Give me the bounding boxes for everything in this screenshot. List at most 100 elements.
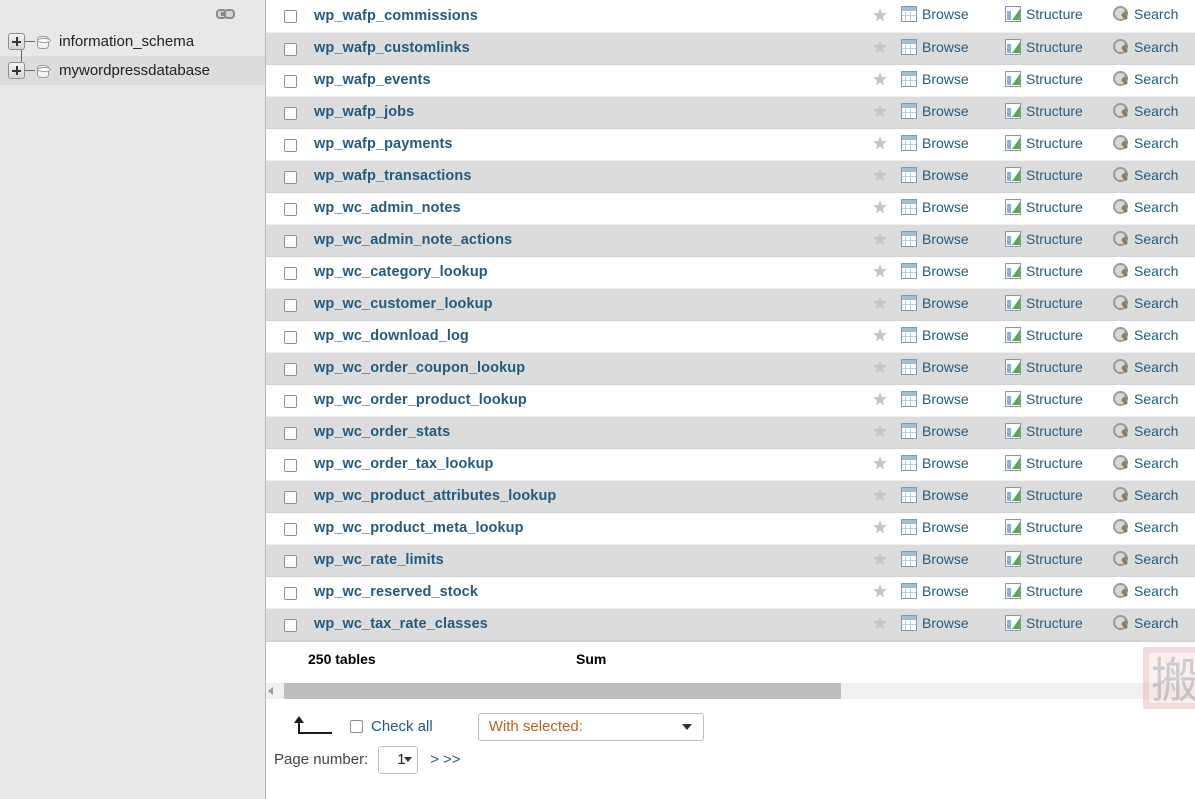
table-name-link[interactable]: wp_wc_download_log	[314, 328, 469, 344]
table-row-checkbox[interactable]	[283, 106, 297, 120]
browse-link[interactable]: Browse	[901, 390, 969, 407]
search-link[interactable]: + Search	[1113, 582, 1178, 599]
table-row-checkbox[interactable]	[283, 234, 297, 248]
search-link[interactable]: + Search	[1113, 454, 1178, 471]
table-name-link[interactable]: wp_wc_tax_rate_classes	[314, 616, 488, 632]
structure-link[interactable]: Structure	[1005, 518, 1083, 535]
table-name-link[interactable]: wp_wafp_payments	[314, 136, 453, 152]
browse-link[interactable]: Browse	[901, 262, 969, 279]
browse-link[interactable]: Browse	[901, 198, 969, 215]
next-page-link[interactable]: >	[430, 751, 439, 768]
search-link[interactable]: + Search	[1113, 550, 1178, 567]
structure-link[interactable]: Structure	[1005, 102, 1083, 119]
table-row-checkbox[interactable]	[283, 394, 297, 408]
search-link[interactable]: + Search	[1113, 614, 1178, 631]
star-icon[interactable]: ★	[872, 487, 888, 504]
table-name-link[interactable]: wp_wc_category_lookup	[314, 264, 488, 280]
star-icon[interactable]: ★	[872, 423, 888, 440]
star-icon[interactable]: ★	[872, 199, 888, 216]
browse-link[interactable]: Browse	[901, 70, 969, 87]
star-icon[interactable]: ★	[872, 231, 888, 248]
star-icon[interactable]: ★	[872, 455, 888, 472]
star-icon[interactable]: ★	[872, 135, 888, 152]
browse-link[interactable]: Browse	[901, 454, 969, 471]
star-icon[interactable]: ★	[872, 583, 888, 600]
table-row-checkbox[interactable]	[283, 10, 297, 24]
select-all-arrow-icon[interactable]	[292, 715, 338, 738]
table-name-link[interactable]: wp_wafp_transactions	[314, 168, 472, 184]
structure-link[interactable]: Structure	[1005, 230, 1083, 247]
search-link[interactable]: + Search	[1113, 230, 1178, 247]
check-all-label[interactable]: Check all	[371, 718, 433, 735]
browse-link[interactable]: Browse	[901, 486, 969, 503]
table-name-link[interactable]: wp_wc_order_tax_lookup	[314, 456, 493, 472]
structure-link[interactable]: Structure	[1005, 198, 1083, 215]
table-row-checkbox[interactable]	[283, 42, 297, 56]
last-page-link[interactable]: >>	[443, 751, 461, 768]
structure-link[interactable]: Structure	[1005, 454, 1083, 471]
browse-link[interactable]: Browse	[901, 166, 969, 183]
star-icon[interactable]: ★	[872, 359, 888, 376]
star-icon[interactable]: ★	[872, 167, 888, 184]
search-link[interactable]: + Search	[1113, 6, 1178, 22]
search-link[interactable]: + Search	[1113, 518, 1178, 535]
structure-link[interactable]: Structure	[1005, 422, 1083, 439]
structure-link[interactable]: Structure	[1005, 582, 1083, 599]
table-row-checkbox[interactable]	[283, 298, 297, 312]
scroll-left-arrow-icon[interactable]	[268, 686, 273, 695]
search-link[interactable]: + Search	[1113, 326, 1178, 343]
browse-link[interactable]: Browse	[901, 134, 969, 151]
search-link[interactable]: + Search	[1113, 390, 1178, 407]
structure-link[interactable]: Structure	[1005, 614, 1083, 631]
star-icon[interactable]: ★	[872, 551, 888, 568]
table-row-checkbox[interactable]	[283, 362, 297, 376]
browse-link[interactable]: Browse	[901, 582, 969, 599]
scrollbar-thumb[interactable]	[284, 682, 841, 699]
table-name-link[interactable]: wp_wc_order_stats	[314, 424, 450, 440]
table-row-checkbox[interactable]	[283, 202, 297, 216]
plus-square-icon[interactable]	[8, 33, 25, 50]
check-all-checkbox[interactable]	[350, 720, 363, 733]
structure-link[interactable]: Structure	[1005, 390, 1083, 407]
structure-link[interactable]: Structure	[1005, 262, 1083, 279]
search-link[interactable]: + Search	[1113, 102, 1178, 119]
table-row-checkbox[interactable]	[283, 426, 297, 440]
table-name-link[interactable]: wp_wafp_commissions	[314, 8, 478, 24]
table-row-checkbox[interactable]	[283, 522, 297, 536]
table-name-link[interactable]: wp_wc_rate_limits	[314, 552, 444, 568]
structure-link[interactable]: Structure	[1005, 486, 1083, 503]
structure-link[interactable]: Structure	[1005, 550, 1083, 567]
star-icon[interactable]: ★	[872, 615, 888, 632]
browse-link[interactable]: Browse	[901, 550, 969, 567]
browse-link[interactable]: Browse	[901, 422, 969, 439]
star-icon[interactable]: ★	[872, 263, 888, 280]
star-icon[interactable]: ★	[872, 327, 888, 344]
search-link[interactable]: + Search	[1113, 262, 1178, 279]
table-name-link[interactable]: wp_wafp_events	[314, 72, 431, 88]
plus-square-icon[interactable]	[8, 62, 25, 79]
with-selected-dropdown[interactable]: With selected:	[477, 712, 704, 741]
horizontal-scrollbar[interactable]	[266, 682, 1195, 699]
table-name-link[interactable]: wp_wc_product_attributes_lookup	[314, 488, 556, 504]
star-icon[interactable]: ★	[872, 391, 888, 408]
table-name-link[interactable]: wp_wc_admin_note_actions	[314, 232, 512, 248]
table-row-checkbox[interactable]	[283, 618, 297, 632]
table-row-checkbox[interactable]	[283, 554, 297, 568]
chain-link-icon[interactable]	[216, 9, 235, 19]
table-row-checkbox[interactable]	[283, 458, 297, 472]
browse-link[interactable]: Browse	[901, 358, 969, 375]
star-icon[interactable]: ★	[872, 7, 888, 24]
structure-link[interactable]: Structure	[1005, 6, 1083, 23]
table-row-checkbox[interactable]	[283, 170, 297, 184]
browse-link[interactable]: Browse	[901, 518, 969, 535]
star-icon[interactable]: ★	[872, 519, 888, 536]
table-name-link[interactable]: wp_wc_product_meta_lookup	[314, 520, 524, 536]
structure-link[interactable]: Structure	[1005, 358, 1083, 375]
table-name-link[interactable]: wp_wc_admin_notes	[314, 200, 461, 216]
browse-link[interactable]: Browse	[901, 614, 969, 631]
table-name-link[interactable]: wp_wafp_customlinks	[314, 40, 470, 56]
page-number-select[interactable]: 1	[378, 745, 419, 774]
search-link[interactable]: + Search	[1113, 198, 1178, 215]
table-name-link[interactable]: wp_wc_order_product_lookup	[314, 392, 527, 408]
browse-link[interactable]: Browse	[901, 38, 969, 55]
